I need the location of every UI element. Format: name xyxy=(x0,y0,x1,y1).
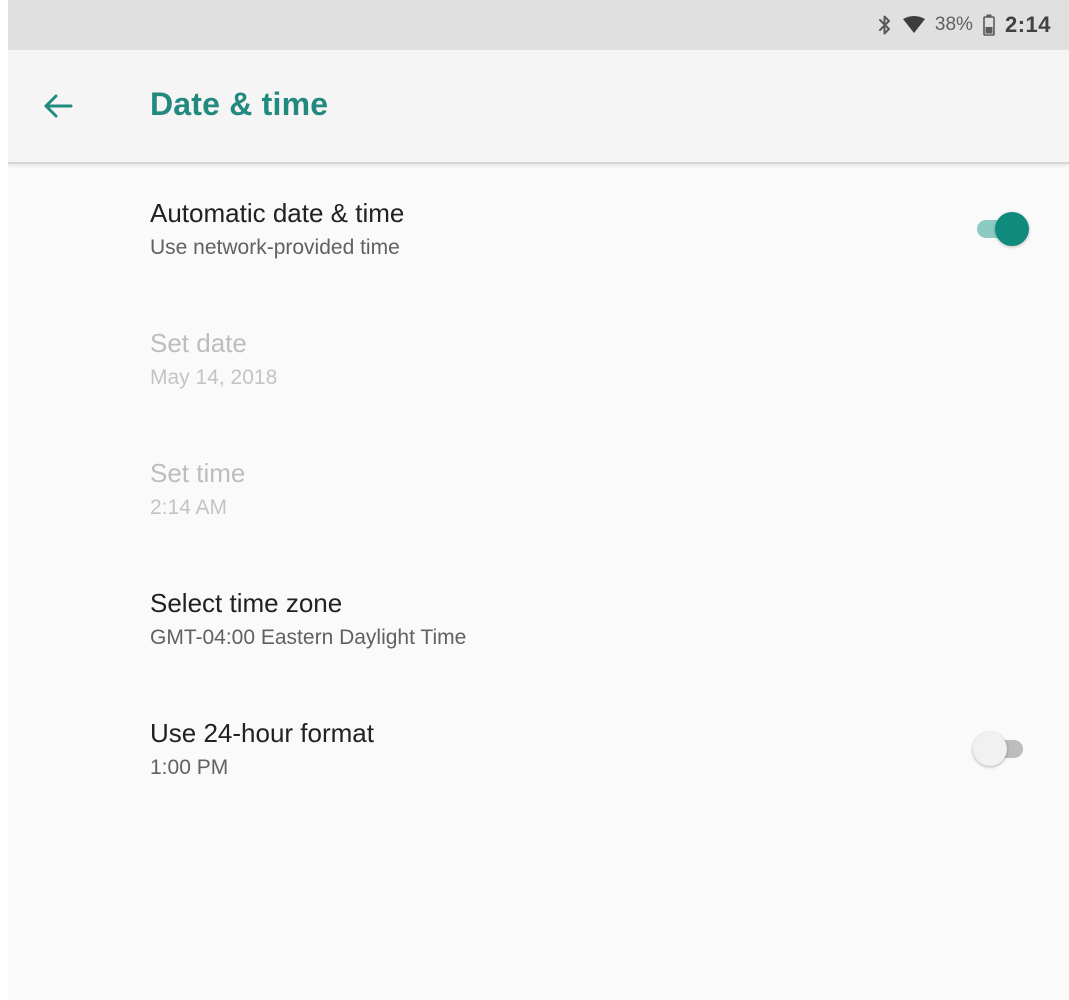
pref-summary: GMT-04:00 Eastern Daylight Time xyxy=(150,626,467,649)
settings-screen: 38% 2:14 Date & time Automatic date & ti… xyxy=(8,0,1069,1000)
arrow-back-icon xyxy=(44,94,73,118)
pref-summary: Use network-provided time xyxy=(150,236,400,259)
status-clock: 2:14 xyxy=(1004,12,1051,37)
status-bar: 38% 2:14 xyxy=(8,0,1069,50)
pref-summary: May 14, 2018 xyxy=(150,366,278,389)
pref-title: Select time zone xyxy=(150,588,343,618)
set-date-row[interactable]: Set date May 14, 2018 xyxy=(8,294,1069,424)
use-24-hour-format-row[interactable]: Use 24-hour format 1:00 PM xyxy=(8,684,1069,814)
wifi-icon xyxy=(902,16,925,33)
pref-title: Set time xyxy=(150,458,246,488)
bluetooth-icon xyxy=(878,15,890,35)
automatic-date-time-row[interactable]: Automatic date & time Use network-provid… xyxy=(8,164,1069,294)
set-time-row[interactable]: Set time 2:14 AM xyxy=(8,424,1069,554)
page-title: Date & time xyxy=(150,86,329,122)
battery-icon xyxy=(983,14,995,36)
back-button[interactable] xyxy=(32,80,84,132)
battery-percent: 38% xyxy=(934,14,973,35)
use-24-hour-format-switch[interactable] xyxy=(973,728,1029,768)
pref-title: Set date xyxy=(150,328,247,358)
pref-summary: 1:00 PM xyxy=(150,756,229,779)
automatic-date-time-switch[interactable] xyxy=(973,208,1029,248)
switch-thumb xyxy=(995,212,1029,246)
select-time-zone-row[interactable]: Select time zone GMT-04:00 Eastern Dayli… xyxy=(8,554,1069,684)
status-icons: 38% 2:14 xyxy=(877,0,1051,50)
pref-summary: 2:14 AM xyxy=(150,496,228,519)
pref-title: Use 24-hour format xyxy=(150,718,374,748)
switch-thumb xyxy=(973,732,1007,766)
pref-title: Automatic date & time xyxy=(150,198,405,228)
app-bar: Date & time xyxy=(8,50,1069,164)
